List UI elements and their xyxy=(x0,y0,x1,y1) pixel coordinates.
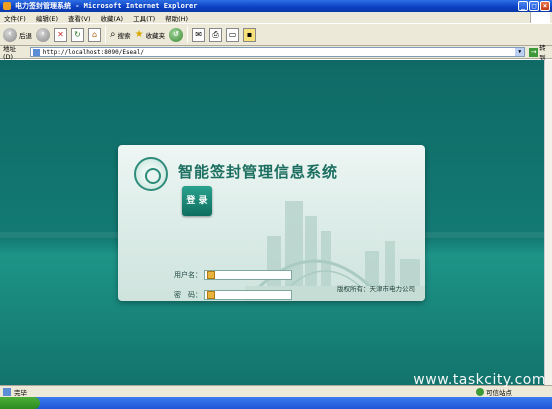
zone-text: 可信站点 xyxy=(486,389,512,397)
page-done-icon xyxy=(3,387,11,396)
password-field[interactable] xyxy=(204,290,292,300)
back-button[interactable]: ‹ 后退 xyxy=(3,27,32,42)
back-arrow-icon: ‹ xyxy=(3,27,17,42)
login-panel: 智能签封管理信息系统 用户名： 密 码： 版权所有：天津市电力公司 xyxy=(118,145,425,301)
start-button[interactable] xyxy=(0,397,40,409)
username-field[interactable] xyxy=(204,270,292,280)
address-label: 地址(D) xyxy=(3,45,16,61)
status-text: 完毕 xyxy=(14,388,27,397)
search-label: 搜索 xyxy=(117,31,131,40)
favorites-button[interactable]: ★ 收藏夹 xyxy=(135,29,165,40)
print-icon[interactable]: ⎙ xyxy=(209,27,223,42)
address-bar: 地址(D) http://localhost:8090/Eseal/ ▼ → 转… xyxy=(0,44,552,62)
password-label: 密 码： xyxy=(174,291,202,299)
windows-logo-icon xyxy=(530,12,550,23)
close-button[interactable]: × xyxy=(540,1,550,11)
system-title: 智能签封管理信息系统 xyxy=(178,163,339,181)
company-logo xyxy=(134,157,168,191)
toolbar: ‹ 后退 › ✕ ↻ ⌂ ⌕ 搜索 ★ 收藏夹 ↺ ✉ ⎙ ▭ ▪ xyxy=(0,23,552,46)
back-label: 后退 xyxy=(19,31,32,40)
edit-icon[interactable]: ▭ xyxy=(226,27,240,42)
security-zone: 可信站点 xyxy=(476,387,512,397)
menu-file[interactable]: 文件(F) xyxy=(4,13,26,23)
star-icon: ★ xyxy=(134,29,144,40)
menu-favorites[interactable]: 收藏(A) xyxy=(101,13,124,23)
login-button[interactable]: 登 录 xyxy=(182,186,212,216)
username-label: 用户名： xyxy=(174,271,202,279)
go-button[interactable]: → 转到 xyxy=(529,42,552,62)
favorites-label: 收藏夹 xyxy=(145,31,166,40)
password-row: 密 码： xyxy=(162,290,292,300)
user-icon xyxy=(207,271,215,279)
toolbar-separator xyxy=(187,26,189,43)
chevron-down-icon[interactable]: ▼ xyxy=(515,48,525,56)
go-arrow-icon: → xyxy=(529,47,539,57)
menu-tools[interactable]: 工具(T) xyxy=(133,13,155,23)
watermark-text: www.taskcity.com xyxy=(413,372,546,388)
menu-help[interactable]: 帮助(H) xyxy=(165,13,188,23)
menu-bar: 文件(F) 编辑(E) 查看(V) 收藏(A) 工具(T) 帮助(H) xyxy=(0,12,552,23)
toolbar-separator xyxy=(105,26,106,43)
window-titlebar: 电力签封管理系统 - Microsoft Internet Explorer _… xyxy=(0,0,552,12)
go-label: 转到 xyxy=(539,44,546,62)
window-title: 电力签封管理系统 - Microsoft Internet Explorer xyxy=(15,2,198,10)
url-text: http://localhost:8090/Eseal/ xyxy=(42,48,145,56)
lock-icon xyxy=(207,291,215,299)
taskbar xyxy=(0,397,552,409)
url-input[interactable]: http://localhost:8090/Eseal/ ▼ xyxy=(29,47,526,57)
search-icon: ⌕ xyxy=(110,29,116,40)
mail-icon[interactable]: ✉ xyxy=(192,27,206,42)
window-controls: _ □ × xyxy=(518,1,550,11)
page-viewport: 智能签封管理信息系统 用户名： 密 码： 版权所有：天津市电力公司 登 录 xyxy=(0,60,544,385)
history-icon[interactable]: ↺ xyxy=(169,27,184,42)
page-icon xyxy=(32,48,40,56)
vertical-scrollbar[interactable] xyxy=(544,60,552,385)
home-icon[interactable]: ⌂ xyxy=(88,27,101,42)
maximize-button[interactable]: □ xyxy=(529,1,539,11)
forward-button[interactable]: › xyxy=(36,27,50,42)
username-row: 用户名： xyxy=(162,270,292,280)
refresh-icon[interactable]: ↻ xyxy=(71,27,84,42)
menu-edit[interactable]: 编辑(E) xyxy=(36,13,58,23)
ie-icon xyxy=(3,2,11,10)
menu-view[interactable]: 查看(V) xyxy=(68,13,91,23)
copyright-text: 版权所有：天津市电力公司 xyxy=(337,285,415,293)
search-button[interactable]: ⌕ 搜索 xyxy=(110,29,131,40)
forward-arrow-icon: › xyxy=(36,27,50,42)
trusted-site-icon xyxy=(476,388,484,396)
discuss-icon[interactable]: ▪ xyxy=(243,27,257,42)
minimize-button[interactable]: _ xyxy=(518,1,528,11)
stop-icon[interactable]: ✕ xyxy=(54,27,67,42)
